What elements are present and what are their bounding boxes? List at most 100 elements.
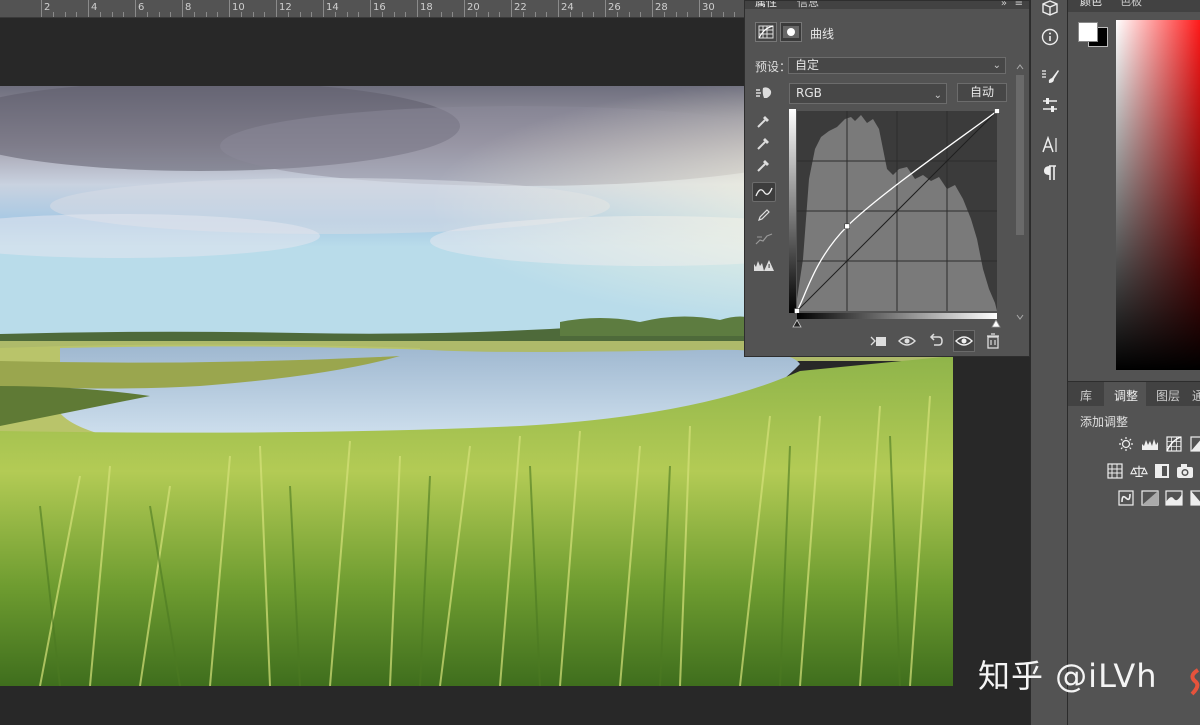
- foreground-color-swatch[interactable]: [1078, 22, 1098, 42]
- menu-icon[interactable]: ≡: [1015, 1, 1023, 9]
- ruler-minor-tick: [452, 12, 454, 17]
- curve-control-point[interactable]: [794, 308, 800, 314]
- brush-settings-icon[interactable]: [1038, 64, 1062, 88]
- ruler-minor-tick: [710, 12, 712, 17]
- panel-title: 曲线: [810, 27, 835, 41]
- white-point-eyedropper-icon[interactable]: [752, 155, 776, 175]
- clip-to-layer-icon[interactable]: [867, 330, 889, 352]
- ruler-minor-tick: [428, 12, 430, 17]
- add-adjustment-heading: 添加调整: [1080, 415, 1129, 429]
- vibrance-icon[interactable]: [1106, 463, 1124, 479]
- tab-swatches[interactable]: 色板: [1120, 0, 1142, 9]
- layer-mask-icon[interactable]: [780, 22, 802, 42]
- ruler-label: 14: [326, 2, 339, 13]
- ruler-major-tick: [605, 0, 606, 17]
- ruler-major-tick: [417, 0, 418, 17]
- ruler-minor-tick: [734, 12, 736, 17]
- color-panel-tabs: 颜色 色板: [1068, 0, 1200, 12]
- ruler-minor-tick: [616, 12, 618, 17]
- tab-info[interactable]: 信息: [797, 1, 819, 9]
- preset-label: 预设：: [755, 60, 792, 74]
- properties-scrollbar[interactable]: [1015, 63, 1025, 325]
- ruler-major-tick: [41, 0, 42, 17]
- ruler-minor-tick: [534, 12, 536, 17]
- curves-graph-svg[interactable]: [789, 108, 1001, 329]
- ruler-major-tick: [652, 0, 653, 17]
- ruler-minor-tick: [546, 12, 548, 17]
- color-picker-field[interactable]: [1116, 20, 1200, 370]
- levels-icon[interactable]: [1141, 436, 1159, 452]
- black-white-icon[interactable]: [1153, 463, 1171, 479]
- info-icon[interactable]: [1038, 25, 1062, 49]
- tab-adjustments[interactable]: 调整: [1114, 387, 1138, 404]
- curve-edit-points-icon[interactable]: [752, 182, 776, 202]
- gray-point-eyedropper-icon[interactable]: [752, 133, 776, 153]
- ruler-major-tick: [464, 0, 465, 17]
- brightness-icon[interactable]: [1117, 436, 1135, 452]
- adjustment-layer-icon[interactable]: [755, 22, 777, 42]
- clipping-warning-icon[interactable]: [752, 255, 776, 275]
- black-point-eyedropper-icon[interactable]: [752, 111, 776, 131]
- channel-value: RGB: [796, 86, 822, 100]
- tab-libraries[interactable]: 库: [1080, 387, 1092, 404]
- invert-icon[interactable]: [1165, 490, 1183, 506]
- type-character-icon[interactable]: [1038, 133, 1062, 157]
- curves-graph[interactable]: [789, 108, 1001, 329]
- ruler-label: 10: [232, 2, 245, 13]
- tab-channels[interactable]: 通: [1192, 387, 1200, 404]
- curves-icon[interactable]: [1165, 436, 1183, 452]
- ruler-major-tick: [323, 0, 324, 17]
- ruler-major-tick: [88, 0, 89, 17]
- auto-button[interactable]: 自动: [957, 83, 1007, 102]
- ruler-minor-tick: [170, 12, 172, 17]
- view-previous-state-icon[interactable]: [896, 330, 918, 352]
- smooth-curve-icon[interactable]: [752, 229, 776, 249]
- posterize-icon[interactable]: [1188, 490, 1200, 506]
- ruler-minor-tick: [217, 12, 219, 17]
- preset-select[interactable]: 自定 ⌄: [788, 57, 1006, 74]
- ruler-minor-tick: [146, 12, 148, 17]
- tab-layers[interactable]: 图层: [1156, 387, 1180, 404]
- ruler-minor-tick: [522, 12, 524, 17]
- properties-panel: 属性 信息 » ≡ 曲线 预设： 自定 ⌄ RGB ⌄ 自动: [744, 0, 1030, 357]
- adjustments-tabs: 库 调整 图层 通: [1068, 381, 1200, 407]
- exposure-icon[interactable]: [1188, 436, 1200, 452]
- curve-control-point[interactable]: [994, 108, 1000, 114]
- ruler-minor-tick: [111, 12, 113, 17]
- ruler-label: 16: [373, 2, 386, 13]
- chevron-down-icon: ⌄: [992, 60, 1001, 71]
- ruler-minor-tick: [123, 12, 125, 17]
- channel-mixer-icon[interactable]: [1117, 490, 1135, 506]
- paragraph-icon[interactable]: [1038, 161, 1062, 185]
- preset-value: 自定: [795, 58, 820, 72]
- ruler-minor-tick: [358, 12, 360, 17]
- expand-icon[interactable]: »: [1001, 1, 1007, 9]
- ruler-minor-tick: [99, 12, 101, 17]
- ruler-label: 28: [655, 2, 668, 13]
- ruler-label: 8: [185, 2, 192, 13]
- ruler-label: 26: [608, 2, 621, 13]
- pencil-draw-icon[interactable]: [752, 205, 776, 225]
- color-lookup-icon[interactable]: [1141, 490, 1159, 506]
- reset-icon[interactable]: [925, 330, 947, 352]
- ruler-label: 6: [138, 2, 145, 13]
- properties-footer: [745, 326, 1029, 356]
- input-gradient-bar: [797, 313, 997, 319]
- ruler-minor-tick: [76, 12, 78, 17]
- channel-select[interactable]: RGB ⌄: [789, 83, 947, 104]
- tab-properties[interactable]: 属性: [755, 1, 777, 9]
- 3d-cube-icon[interactable]: [1038, 0, 1062, 20]
- color-balance-icon[interactable]: [1130, 463, 1148, 479]
- ruler-minor-tick: [569, 12, 571, 17]
- ruler-major-tick: [135, 0, 136, 17]
- delete-icon[interactable]: [982, 330, 1004, 352]
- photo-filter-icon[interactable]: [1176, 463, 1194, 479]
- ruler-minor-tick: [663, 12, 665, 17]
- visibility-eye-icon[interactable]: [953, 330, 975, 352]
- tab-color[interactable]: 颜色: [1080, 0, 1102, 9]
- adjustment-sliders-icon[interactable]: [1038, 93, 1062, 117]
- curve-control-point[interactable]: [844, 223, 850, 230]
- ruler-minor-tick: [193, 12, 195, 17]
- ruler-minor-tick: [722, 12, 724, 17]
- on-image-adjust-icon[interactable]: [752, 83, 776, 103]
